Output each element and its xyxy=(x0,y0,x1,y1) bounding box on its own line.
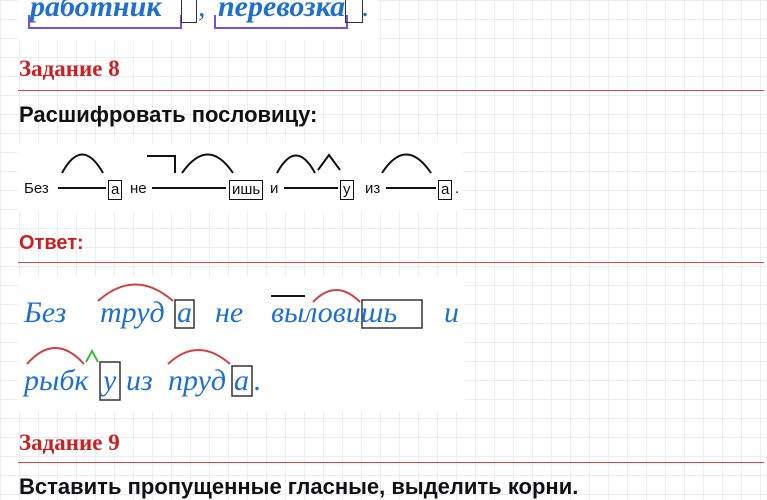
answer-word-iz: из xyxy=(126,364,153,397)
answer-word-bez: Без xyxy=(24,296,67,329)
answer-word-ne: не xyxy=(215,296,244,329)
answer-word-trud-ending: а xyxy=(177,296,192,329)
answer-word-trud-root: труд xyxy=(100,296,165,329)
answer-word-rybk-root: рыбк xyxy=(24,364,89,397)
answer-word-prud-ending: а xyxy=(234,364,249,397)
task9-instruction: Вставить пропущенные гласные, выделить к… xyxy=(19,474,579,499)
answer-period: . xyxy=(254,364,262,397)
answer-word-i: и xyxy=(444,296,459,329)
task9-divider xyxy=(18,462,764,463)
answer-word-prud-root: пруд xyxy=(168,364,227,397)
answer-word-vylovish: выловишь xyxy=(271,296,398,329)
task9-title: Задание 9 xyxy=(19,430,120,455)
answer-word-rybk-ending: у xyxy=(103,364,117,397)
answer-marks xyxy=(26,283,423,401)
